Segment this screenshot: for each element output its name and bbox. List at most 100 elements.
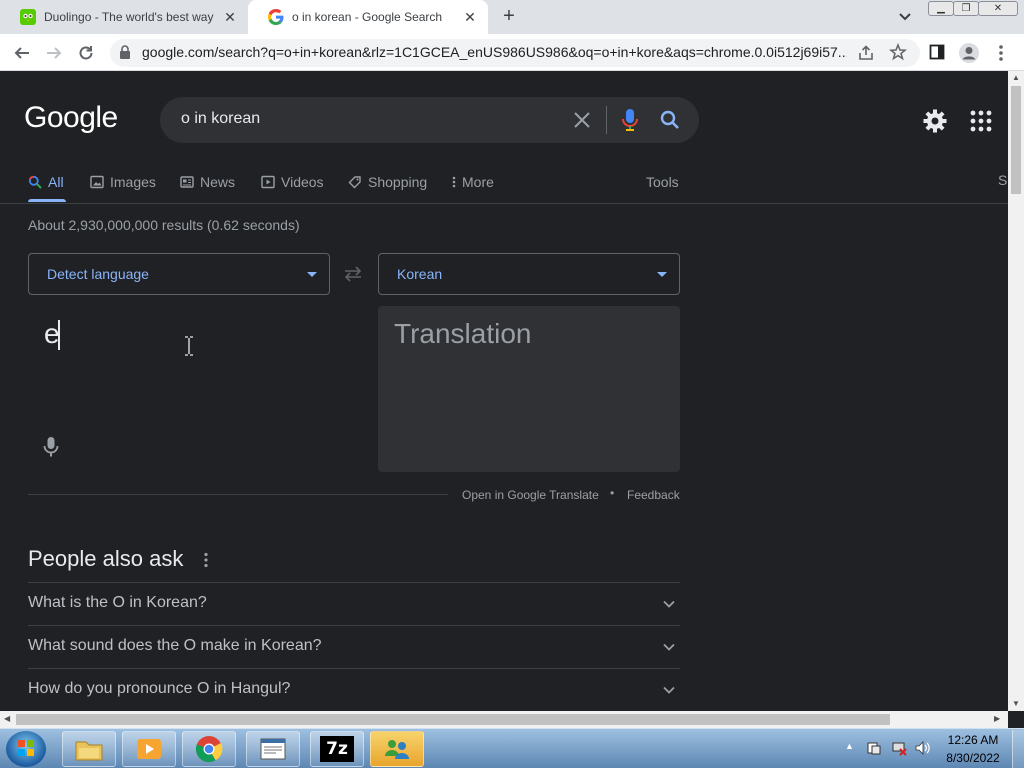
start-button[interactable] [6,731,46,767]
new-tab-icon[interactable]: + [498,6,520,27]
image-icon [90,175,104,189]
shopping-tag-icon [348,176,361,189]
clock-date[interactable]: 8/30/2022 [943,751,1003,765]
tab-label: News [200,174,236,190]
search-icon[interactable] [658,108,682,132]
scroll-left-icon[interactable]: ◀ [4,714,10,723]
profile-avatar-icon[interactable] [958,42,980,64]
dropdown-arrow-icon [307,272,317,277]
result-stats: About 2,930,000,000 results (0.62 second… [28,217,300,233]
network-disconnected-icon[interactable] [891,740,907,756]
google-icon [268,9,284,25]
horizontal-scroll-thumb[interactable] [16,714,890,725]
more-options-icon[interactable] [200,550,212,570]
forward-icon[interactable] [43,42,65,64]
source-language-select[interactable]: Detect language [28,253,330,295]
share-icon[interactable] [857,44,875,62]
show-hidden-icons-icon[interactable]: ▲ [845,741,854,751]
voice-search-icon[interactable] [620,108,640,132]
back-icon[interactable] [11,42,33,64]
tab-title: Duolingo - The world's best way [44,10,214,24]
7zip-icon[interactable]: 7z [310,731,364,767]
chevron-down-icon [662,597,676,611]
translation-placeholder: Translation [394,318,532,349]
microphone-icon[interactable] [42,436,60,458]
chevron-down-icon [662,683,676,697]
more-vert-icon [452,176,456,188]
close-window-button[interactable]: ✕ [978,1,1018,16]
search-icon [28,175,42,189]
scroll-up-icon[interactable]: ▲ [1012,73,1020,82]
volume-icon[interactable] [914,740,932,756]
minimize-button[interactable]: ▁ [928,1,954,16]
tab-duolingo[interactable]: Duolingo - The world's best way ✕ [0,0,248,34]
google-apps-grid-icon[interactable] [968,108,994,134]
lock-icon[interactable] [119,45,131,59]
tab-more[interactable]: More [452,172,494,192]
tab-all[interactable]: All [28,172,64,192]
news-icon [180,176,194,188]
paa-question[interactable]: What is the O in Korean? [28,582,680,625]
translate-divider [28,494,448,495]
show-desktop-button[interactable] [1012,730,1024,768]
tab-label: Images [110,174,156,190]
clear-search-icon[interactable] [570,108,594,132]
people-also-ask-heading: People also ask [28,546,184,571]
active-tab-indicator [28,199,66,202]
tab-label: All [48,174,64,190]
tab-cut-off-label[interactable]: S [998,172,1007,188]
settings-gear-icon[interactable] [922,108,948,134]
chrome-icon[interactable] [182,731,236,767]
clock-time[interactable]: 12:26 AM [943,733,1003,747]
side-panel-icon[interactable] [929,44,945,60]
tab-videos[interactable]: Videos [261,172,324,192]
target-language-label: Korean [397,266,443,282]
tools-button[interactable]: Tools [646,172,679,192]
file-explorer-icon[interactable] [62,731,116,767]
open-in-google-translate-link[interactable]: Open in Google Translate [462,488,599,502]
search-input[interactable]: o in korean [181,110,551,130]
paa-question[interactable]: How do you pronounce O in Hangul? [28,668,680,711]
document-icon[interactable] [246,731,300,767]
scroll-down-icon[interactable]: ▼ [1012,699,1020,708]
close-tab-icon[interactable]: ✕ [462,9,478,25]
scroll-right-icon[interactable]: ▶ [994,714,1000,723]
feedback-link[interactable]: Feedback [627,488,680,502]
tab-images[interactable]: Images [90,172,156,192]
close-tab-icon[interactable]: ✕ [222,9,238,25]
source-language-label: Detect language [47,266,149,282]
7zip-label: 7z [320,736,354,762]
tab-label: Shopping [368,174,428,190]
tab-shopping[interactable]: Shopping [348,172,427,192]
tab-label: Videos [281,174,324,190]
url-text[interactable]: google.com/search?q=o+in+korean&rlz=1C1G… [142,44,847,62]
media-player-icon[interactable] [122,731,176,767]
chevron-down-icon[interactable] [896,10,914,24]
swap-languages-icon[interactable] [342,264,364,284]
question-text: How do you pronounce O in Hangul? [28,680,291,697]
kebab-menu-icon[interactable] [996,43,1006,63]
reload-icon[interactable] [75,42,97,64]
bookmark-star-icon[interactable] [889,43,907,61]
search-box-divider [606,106,607,134]
question-text: What sound does the O make in Korean? [28,637,322,654]
dropdown-arrow-icon [657,272,667,277]
separator-dot: • [610,486,615,500]
tabs-divider [0,203,1008,204]
tab-news[interactable]: News [180,172,235,192]
paa-question[interactable]: What sound does the O make in Korean? [28,625,680,668]
windows-logo-icon [18,740,34,756]
network-people-icon[interactable] [370,731,424,767]
target-language-select[interactable]: Korean [378,253,680,295]
chevron-down-icon [662,640,676,654]
question-text: What is the O in Korean? [28,594,207,611]
restore-button[interactable]: ❐ [953,1,979,16]
google-logo[interactable]: Google [24,101,118,135]
tab-google-search[interactable]: o in korean - Google Search ✕ [248,0,488,34]
action-center-flag-icon[interactable] [866,740,882,756]
video-icon [261,175,275,189]
text-cursor [58,320,60,350]
vertical-scroll-thumb[interactable] [1011,86,1021,194]
duolingo-icon [20,9,36,25]
tab-label: More [462,174,494,190]
